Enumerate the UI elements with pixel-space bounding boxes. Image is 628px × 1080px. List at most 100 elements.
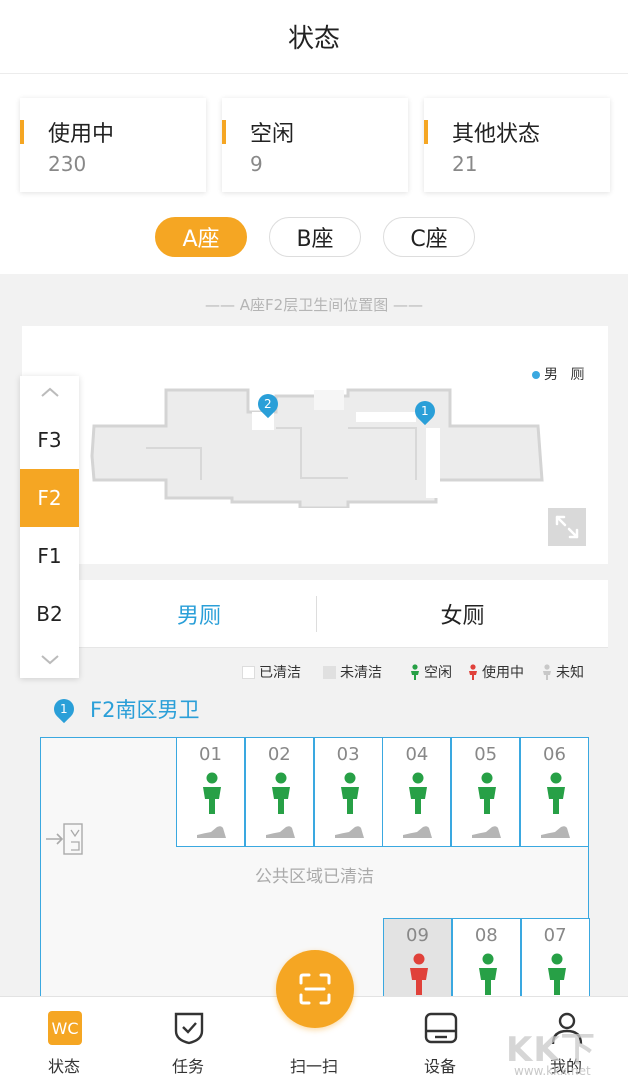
stall-02[interactable]: 02	[244, 737, 314, 847]
toilet-icon	[265, 826, 295, 838]
watermark-url: www.kkx.net	[514, 1064, 591, 1078]
stall-01[interactable]: 01	[176, 737, 245, 847]
stall-status-icon	[338, 772, 362, 818]
watermark: KK下载 www.kkx.net	[506, 1016, 626, 1080]
stall-status-icon	[407, 953, 431, 999]
toilet-icon-wrap	[403, 824, 433, 843]
tabbar-label: 任务	[171, 1057, 204, 1076]
shield-check-icon	[172, 1011, 206, 1045]
expand-icon	[555, 515, 579, 539]
status-legend: 已清洁 未清洁 空闲 使用中 未知	[0, 658, 628, 684]
male-person-icon	[409, 772, 428, 814]
stall-number: 03	[336, 744, 360, 765]
legend-dot-male	[532, 371, 540, 379]
legend-box-not-cleaned	[323, 665, 336, 679]
tab-male[interactable]: 男厕	[82, 580, 316, 648]
map-caption: —— A座F2层卫生间位置图 ——	[205, 296, 423, 314]
stall-status-icon	[269, 772, 293, 818]
male-person-icon	[203, 772, 221, 814]
toilet-icon-wrap	[472, 824, 502, 843]
stat-accent-bar	[222, 120, 226, 144]
stall-status-icon	[406, 772, 430, 818]
tabbar-label: 扫一扫	[289, 1057, 338, 1076]
stat-label: 使用中	[48, 122, 115, 147]
legend-cleaned: 已清洁	[242, 662, 301, 682]
toilet-icon	[472, 826, 502, 838]
scan-icon	[299, 973, 331, 1005]
tabbar-label: 设备	[423, 1057, 456, 1076]
stall-06[interactable]: 06	[520, 737, 589, 847]
expand-map-button[interactable]	[548, 508, 586, 546]
floor-plan-drawing	[90, 388, 544, 508]
floor-item-f3[interactable]: F3	[20, 411, 79, 469]
legend-in-use: 使用中	[468, 662, 524, 682]
male-person-icon	[547, 953, 566, 995]
stall-status-icon	[200, 772, 224, 818]
legend-unknown: 未知	[542, 662, 584, 682]
floor-scroll-up[interactable]	[20, 386, 79, 398]
stat-accent-bar	[20, 120, 24, 144]
stall-05[interactable]: 05	[451, 737, 521, 847]
stall-number: 01	[199, 744, 222, 765]
stall-status-icon	[476, 953, 500, 999]
stall-03[interactable]: 03	[313, 737, 383, 847]
stat-card-idle[interactable]: 空闲 9	[222, 98, 408, 192]
tab-building-c[interactable]: C座	[383, 217, 475, 257]
stall-04[interactable]: 04	[382, 737, 452, 847]
toilet-icon-wrap	[265, 824, 296, 843]
toilet-icon	[403, 826, 433, 838]
stall-number: 06	[543, 744, 566, 765]
stall-status-icon	[545, 953, 569, 999]
restroom-name: F2南区男卫	[90, 698, 200, 722]
section-pin: 1	[49, 694, 79, 724]
tab-female[interactable]: 女厕	[317, 580, 608, 648]
male-person-icon	[411, 664, 419, 680]
chevron-up-icon	[40, 387, 59, 397]
tabbar-item-devices[interactable]: 设备	[390, 997, 490, 1080]
tabbar-item-tasks[interactable]: 任务	[138, 997, 238, 1080]
male-person-icon	[340, 772, 359, 814]
male-person-icon	[478, 953, 497, 995]
toilet-icon-wrap	[197, 824, 227, 843]
male-person-icon	[469, 664, 477, 680]
app-header: 状态	[0, 0, 628, 74]
stall-number: 05	[474, 744, 498, 765]
public-area-status: 公共区域已清洁	[255, 867, 374, 887]
stall-status-icon	[544, 772, 568, 818]
stall-status-icon	[475, 772, 499, 818]
male-person-icon	[271, 772, 290, 814]
summary-panel: 使用中 230 空闲 9 其他状态 21 A座 B座 C座	[0, 74, 628, 274]
floor-scroll-down[interactable]	[20, 654, 79, 666]
stat-value: 230	[48, 152, 87, 176]
floor-item-b2[interactable]: B2	[20, 585, 79, 643]
tabbar-item-status[interactable]: WC 状态	[14, 997, 114, 1080]
floor-map-card: 男 厕 2 1	[22, 326, 608, 564]
legend-box-cleaned	[242, 665, 255, 679]
stat-value: 21	[452, 152, 478, 176]
scan-button[interactable]	[276, 950, 354, 1028]
stall-number: 04	[405, 744, 429, 765]
stat-accent-bar	[424, 120, 428, 144]
stat-label: 其他状态	[452, 122, 541, 147]
wc-icon: WC	[48, 1011, 82, 1045]
stat-card-in-use[interactable]: 使用中 230	[20, 98, 206, 192]
stat-value: 9	[250, 152, 263, 176]
map-legend-label: 男 厕	[544, 367, 589, 383]
stall-number: 07	[543, 925, 567, 946]
tab-building-b[interactable]: B座	[269, 217, 361, 257]
floor-item-f2[interactable]: F2	[20, 469, 79, 527]
legend-idle: 空闲	[410, 662, 452, 682]
stat-label: 空闲	[250, 122, 295, 147]
toilet-icon	[334, 826, 364, 838]
gender-tabs: 男厕 女厕	[22, 580, 608, 648]
door-exit-icon	[44, 822, 86, 862]
floor-selector: F3 F2 F1 B2	[20, 376, 79, 678]
toilet-icon-wrap	[334, 824, 365, 843]
tab-building-a[interactable]: A座	[155, 217, 247, 257]
male-person-icon	[410, 953, 428, 995]
toilet-icon	[541, 826, 570, 838]
stat-card-other[interactable]: 其他状态 21	[424, 98, 610, 192]
page-title: 状态	[287, 24, 340, 54]
floor-item-f1[interactable]: F1	[20, 527, 79, 585]
toilet-icon-wrap	[541, 824, 571, 843]
